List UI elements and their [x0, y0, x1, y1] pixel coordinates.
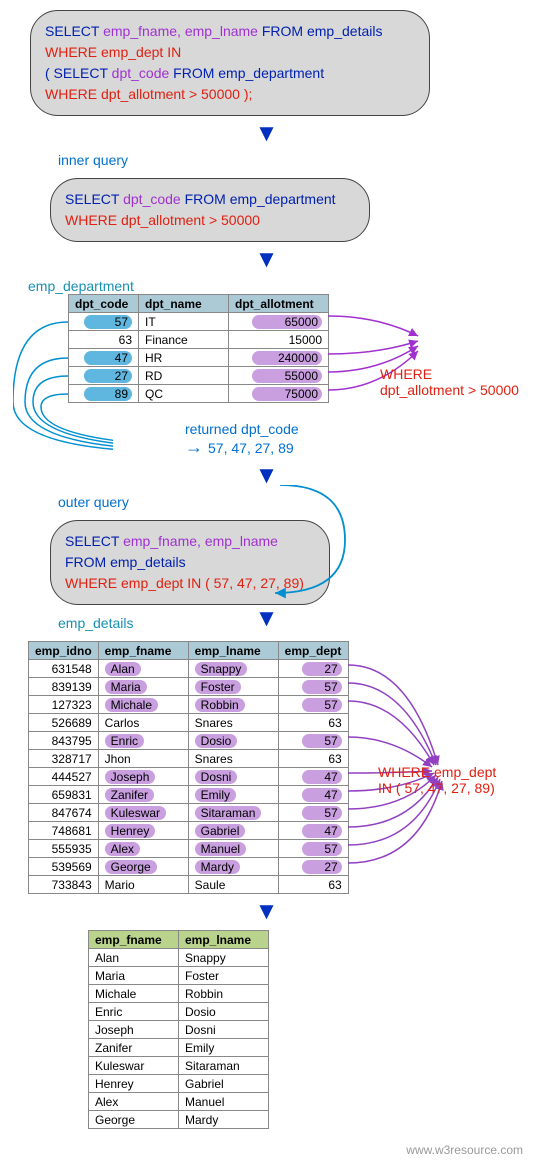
sql-cols: emp_fname, emp_lname [103, 23, 258, 39]
label-emp-department: emp_department [28, 278, 523, 294]
side-vals: ( 57, 47, 27, 89) [396, 780, 495, 796]
kw-select: SELECT [65, 191, 119, 207]
sql-table: emp_details [307, 23, 383, 39]
sql-col2: dpt_code [112, 65, 170, 81]
arrow-icon: ▼ [10, 248, 523, 272]
kw-where: WHERE [65, 575, 117, 591]
table-row: AlexManuel [89, 1093, 269, 1111]
table-row: 526689CarlosSnares63 [29, 714, 349, 732]
kw-in: IN [167, 44, 181, 60]
table-row: 659831ZaniferEmily47 [29, 786, 349, 804]
table-row: 733843MarioSaule63 [29, 876, 349, 894]
side-cond: dpt_allotment > 50000 [380, 382, 519, 398]
side-in: IN [378, 780, 392, 796]
sql-table: emp_details [110, 554, 186, 570]
kw-from: FROM [262, 23, 303, 39]
table-row: 539569GeorgeMardy27 [29, 858, 349, 876]
table-row: 555935AlexManuel57 [29, 840, 349, 858]
table-row: AlanSnappy [89, 949, 269, 967]
side-col: emp_dept [434, 764, 496, 780]
col-header: emp_fname [89, 931, 179, 949]
sql-table2: emp_department [218, 65, 324, 81]
returned-values: 57, 47, 27, 89 [208, 440, 294, 456]
sql-outer-full: SELECT emp_fname, emp_lname FROM emp_det… [30, 10, 430, 116]
kw-from2: FROM [173, 65, 214, 81]
table-row: KuleswarSitaraman [89, 1057, 269, 1075]
table-row: JosephDosni [89, 1021, 269, 1039]
table-row: 847674KuleswarSitaraman57 [29, 804, 349, 822]
sql-table: emp_department [230, 191, 336, 207]
table-row: MariaFoster [89, 967, 269, 985]
label-returned: returned dpt_code [185, 421, 299, 437]
sql-cond: dpt_allotment > 50000 ); [101, 86, 252, 102]
sql-col: dpt_code [123, 191, 181, 207]
kw-from: FROM [65, 554, 106, 570]
emp-details-table: emp_idno emp_fname emp_lname emp_dept 63… [28, 641, 349, 894]
col-header: emp_idno [29, 642, 99, 660]
kw-select: SELECT [65, 533, 119, 549]
side-where: WHERE [378, 764, 430, 780]
table-row: GeorgeMardy [89, 1111, 269, 1129]
side-where: WHERE [380, 366, 519, 382]
sql-inner: SELECT dpt_code FROM emp_department WHER… [50, 178, 370, 242]
table-row: 328717JhonSnares63 [29, 750, 349, 768]
kw-in: IN [187, 575, 201, 591]
result-table: emp_fname emp_lname AlanSnappyMariaFoste… [88, 930, 269, 1129]
sql-cols: emp_fname, emp_lname [123, 533, 278, 549]
table-row: 839139MariaFoster57 [29, 678, 349, 696]
col-header: emp_dept [278, 642, 348, 660]
table-row: MichaleRobbin [89, 985, 269, 1003]
sql-cond: dpt_allotment > 50000 [121, 212, 260, 228]
kw-select: SELECT [45, 23, 99, 39]
kw-from: FROM [185, 191, 226, 207]
arrow-icon: ▼ [10, 122, 523, 146]
col-header: emp_lname [188, 642, 278, 660]
col-header: dpt_code [69, 295, 139, 313]
table-row: EnricDosio [89, 1003, 269, 1021]
col-header: emp_fname [98, 642, 188, 660]
label-emp-details: emp_details [58, 615, 523, 631]
label-inner-query: inner query [58, 152, 523, 168]
sql-col: emp_dept [121, 575, 183, 591]
kw-where: WHERE [45, 44, 97, 60]
table-row: 127323MichaleRobbin57 [29, 696, 349, 714]
arrow-returned-lines [13, 312, 113, 492]
footer-credit: www.w3resource.com [10, 1143, 523, 1157]
kw-select2: ( SELECT [45, 65, 108, 81]
col-header: dpt_name [139, 295, 229, 313]
table-row: 631548AlanSnappy27 [29, 660, 349, 678]
arrow-to-outer [275, 485, 525, 605]
table-row: 444527JosephDosni47 [29, 768, 349, 786]
table-row: 748681HenreyGabriel47 [29, 822, 349, 840]
kw-where2: WHERE [45, 86, 97, 102]
sql-col: emp_dept [101, 44, 163, 60]
arrow-right-icon: → [185, 437, 208, 457]
table-row: ZaniferEmily [89, 1039, 269, 1057]
kw-where: WHERE [65, 212, 117, 228]
col-header: emp_lname [179, 931, 269, 949]
col-header: dpt_allotment [229, 295, 329, 313]
table-row: 843795EnricDosio57 [29, 732, 349, 750]
